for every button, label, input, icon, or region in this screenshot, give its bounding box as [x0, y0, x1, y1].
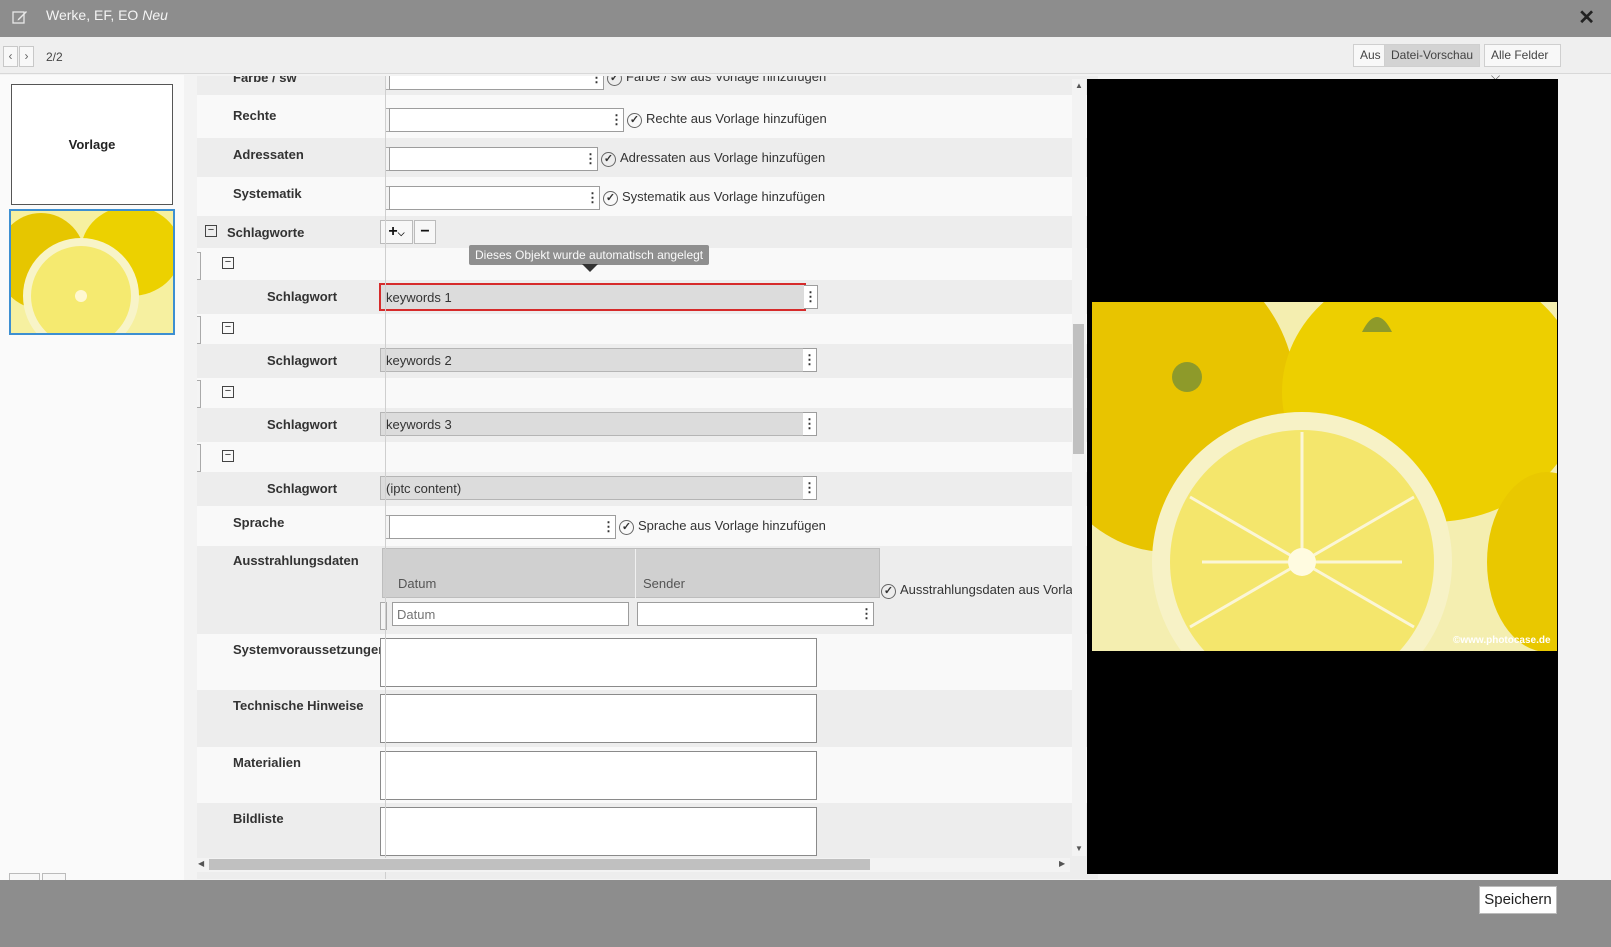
template-thumbnail[interactable]: Vorlage	[11, 84, 173, 205]
collapse-icon[interactable]: −	[205, 225, 217, 237]
sprache-checkbox[interactable]: ✓ Sprache aus Vorlage hinzufügen	[619, 518, 826, 535]
remove-keyword-button[interactable]: −	[414, 220, 436, 244]
broadcast-table: Datum Sender ⋮	[380, 548, 882, 631]
field-systematik: Systematik ⋮ ✓ Systematik aus Vorlage hin…	[197, 177, 1098, 216]
keyword-input-3[interactable]: keywords 3	[380, 412, 804, 436]
farbe-checkbox[interactable]: ✓ Farbe / sw aus Vorlage hinzufügen	[607, 76, 826, 86]
photo-credit: ©www.photocase.de	[1453, 635, 1551, 646]
farbe-input[interactable]	[389, 76, 591, 90]
more-icon[interactable]: ⋮	[803, 412, 817, 436]
lemon-image	[11, 211, 173, 333]
more-icon[interactable]: ⋮	[860, 602, 874, 626]
footer-bar	[0, 880, 1611, 947]
collapse-icon[interactable]: −	[222, 386, 234, 398]
collapse-icon[interactable]: −	[222, 257, 234, 269]
bildliste-textarea[interactable]	[380, 807, 817, 856]
table-header: Datum Sender	[382, 548, 880, 599]
keyword-row-2: Schlagwort keywords 2 ⋮	[197, 344, 1098, 378]
edit-icon	[12, 11, 27, 24]
materialien-textarea[interactable]	[380, 751, 817, 800]
field-ausstrahlungsdaten: Ausstrahlungsdaten Datum Sender ⋮ ✓Ausst…	[197, 546, 1098, 634]
file-preview: ©www.photocase.de	[1087, 79, 1558, 874]
horizontal-scrollbar[interactable]: ◀ ▶	[197, 858, 1070, 872]
sender-input[interactable]	[637, 602, 861, 626]
col-datum: Datum	[398, 576, 437, 591]
more-icon[interactable]: ⋮	[584, 147, 598, 171]
systematik-input[interactable]	[389, 186, 587, 210]
ausstrahlung-checkbox[interactable]: ✓ Ausstrahlungsdaten aus Vorlag	[881, 582, 1080, 599]
keyword-input-1[interactable]: keywords 1	[379, 283, 806, 311]
next-button[interactable]: ›	[19, 46, 34, 67]
vertical-scrollbar[interactable]: ▲ ▼	[1072, 79, 1086, 856]
more-icon[interactable]: ⋮	[590, 76, 604, 90]
collapse-icon[interactable]: −	[222, 450, 234, 462]
auto-created-tooltip: Dieses Objekt wurde automatisch angelegt	[469, 245, 710, 272]
scroll-down-icon[interactable]: ▼	[1075, 844, 1083, 853]
keyword-row-4: Schlagwort (iptc content) ⋮	[197, 472, 1098, 506]
more-icon[interactable]: ⋮	[803, 348, 817, 372]
field-schlagworte: − Schlagworte +⌵ −	[197, 216, 1098, 248]
adressaten-checkbox[interactable]: ✓ Adressaten aus Vorlage hinzufügen	[601, 150, 825, 167]
title-bar: Werke, EF, EO Neu ✕	[0, 0, 1611, 37]
datum-input[interactable]	[392, 602, 629, 626]
keyword-row-3: Schlagwort keywords 3 ⋮	[197, 408, 1098, 442]
keyword-group-4: −	[197, 442, 1098, 472]
check-icon: ✓	[601, 152, 616, 167]
field-filter-dropdown[interactable]: Alle Felder ⌵	[1484, 44, 1561, 83]
keyword-input-4[interactable]: (iptc content)	[380, 476, 804, 500]
rechte-input[interactable]	[389, 108, 611, 132]
systematik-checkbox[interactable]: ✓ Systematik aus Vorlage hinzufügen	[603, 189, 825, 206]
more-icon[interactable]: ⋮	[602, 515, 616, 539]
close-icon[interactable]: ✕	[1578, 8, 1595, 28]
sprache-input[interactable]	[389, 515, 603, 539]
lemon-preview-image	[1092, 302, 1557, 651]
systemvoraussetzungen-textarea[interactable]	[380, 638, 817, 687]
more-icon[interactable]: ⋮	[586, 186, 600, 210]
field-technische-hinweise: Technische Hinweise	[197, 690, 1098, 747]
check-icon: ✓	[627, 113, 642, 128]
drag-handle[interactable]	[197, 444, 201, 472]
preview-off-button[interactable]: Aus	[1353, 44, 1388, 67]
toolbar: ‹ › 2/2 Aus Datei-Vorschau Alle Felder ⌵	[0, 37, 1611, 83]
field-farbe: Farbe / sw ⋮ ✓ Farbe / sw aus Vorlage hin…	[197, 76, 1098, 95]
drag-handle[interactable]	[197, 316, 201, 344]
collapse-icon[interactable]: −	[222, 322, 234, 334]
field-systemvoraussetzungen: Systemvoraussetzungen	[197, 634, 1098, 690]
column-divider	[385, 76, 386, 879]
save-button[interactable]: Speichern	[1479, 886, 1557, 914]
field-sprache: Sprache ⋮ ✓ Sprache aus Vorlage hinzufüge…	[197, 506, 1098, 546]
check-icon: ✓	[619, 520, 634, 535]
vertical-scroll-thumb[interactable]	[1073, 324, 1084, 454]
more-icon[interactable]: ⋮	[610, 108, 624, 132]
field-materialien: Materialien	[197, 747, 1098, 803]
check-icon: ✓	[607, 76, 622, 86]
window-title: Werke, EF, EO Neu	[46, 7, 168, 23]
prev-button[interactable]: ‹	[3, 46, 18, 67]
record-counter: 2/2	[46, 50, 63, 64]
detail-form: Farbe / sw ⋮ ✓ Farbe / sw aus Vorlage hin…	[197, 76, 1098, 879]
file-preview-button[interactable]: Datei-Vorschau	[1384, 44, 1481, 67]
field-rechte: Rechte ⋮ ✓ Rechte aus Vorlage hinzufügen	[197, 99, 1098, 138]
scroll-right-icon[interactable]: ▶	[1059, 859, 1065, 868]
keyword-row-1: Schlagwort keywords 1 ⋮	[197, 280, 1098, 314]
drag-handle[interactable]	[197, 252, 201, 280]
check-icon: ✓	[603, 191, 618, 206]
scroll-up-icon[interactable]: ▲	[1075, 81, 1083, 90]
adressaten-input[interactable]	[389, 147, 585, 171]
more-icon[interactable]: ⋮	[803, 476, 817, 500]
drag-handle[interactable]	[197, 380, 201, 408]
technische-hinweise-textarea[interactable]	[380, 694, 817, 743]
keyword-group-2: −	[197, 314, 1098, 344]
keyword-group-3: −	[197, 378, 1098, 408]
more-icon[interactable]: ⋮	[804, 285, 818, 309]
col-sender: Sender	[643, 576, 685, 591]
scroll-left-icon[interactable]: ◀	[198, 859, 204, 868]
horizontal-scroll-thumb[interactable]	[209, 859, 870, 870]
keyword-input-2[interactable]: keywords 2	[380, 348, 804, 372]
field-adressaten: Adressaten ⋮ ✓ Adressaten aus Vorlage hin…	[197, 138, 1098, 177]
lemon-thumbnail[interactable]	[9, 209, 175, 335]
check-icon: ✓	[881, 584, 896, 599]
rechte-checkbox[interactable]: ✓ Rechte aus Vorlage hinzufügen	[627, 111, 827, 128]
